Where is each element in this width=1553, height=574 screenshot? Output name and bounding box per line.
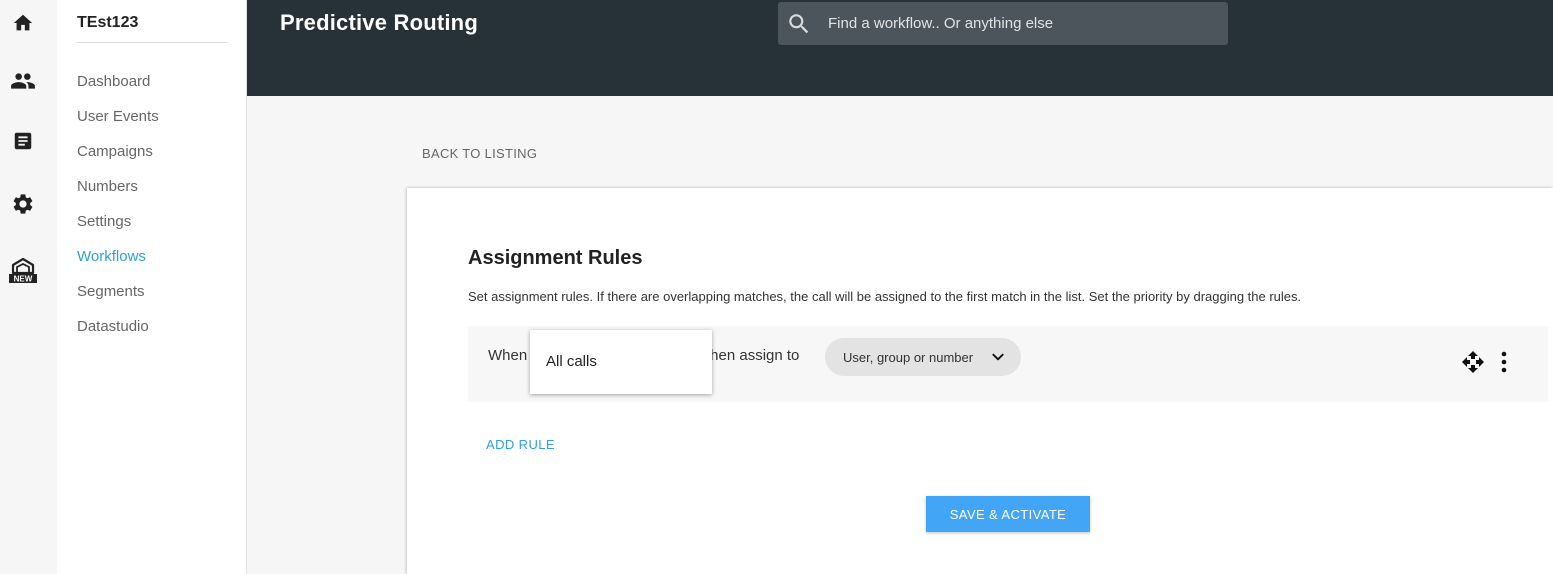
divider <box>77 42 227 43</box>
new-badge-text: NEW <box>14 275 33 284</box>
assignee-select[interactable]: User, group or number <box>825 338 1021 376</box>
search-icon <box>786 11 812 37</box>
sidebar-nav: Dashboard User Events Campaigns Numbers … <box>77 72 159 352</box>
sidebar-item-campaigns[interactable]: Campaigns <box>77 142 159 177</box>
document-icon[interactable] <box>10 128 36 154</box>
drag-move-icon[interactable] <box>1461 350 1485 374</box>
search-bar[interactable] <box>778 2 1228 45</box>
sidebar-item-settings[interactable]: Settings <box>77 212 159 247</box>
more-options-icon[interactable] <box>1496 350 1512 374</box>
sidebar-item-user-events[interactable]: User Events <box>77 107 159 142</box>
sidebar-item-workflows[interactable]: Workflows <box>77 247 159 282</box>
page-title: Predictive Routing <box>280 10 478 35</box>
when-label: When <box>488 347 528 364</box>
icon-rail: NEW <box>0 0 57 574</box>
sidebar-item-numbers[interactable]: Numbers <box>77 177 159 212</box>
sidebar: TEst123 Dashboard User Events Campaigns … <box>57 0 247 574</box>
sidebar-item-datastudio[interactable]: Datastudio <box>77 317 159 352</box>
sidebar-item-dashboard[interactable]: Dashboard <box>77 72 159 107</box>
sidebar-item-segments[interactable]: Segments <box>77 282 159 317</box>
org-name: TEst123 <box>77 14 139 31</box>
chevron-down-icon <box>992 353 1004 361</box>
search-input[interactable] <box>828 15 1208 32</box>
users-icon[interactable] <box>10 68 36 94</box>
header: Predictive Routing <box>247 0 1553 96</box>
add-rule-button[interactable]: ADD RULE <box>486 437 555 452</box>
new-feature-icon[interactable]: NEW <box>8 256 38 286</box>
save-activate-button[interactable]: SAVE & ACTIVATE <box>926 496 1090 532</box>
condition-dropdown: All calls <box>530 330 712 394</box>
dropdown-option-all-calls[interactable]: All calls <box>546 353 597 370</box>
gear-icon[interactable] <box>10 191 36 217</box>
card-title: Assignment Rules <box>468 247 643 269</box>
assignee-placeholder: User, group or number <box>843 349 974 365</box>
then-assign-label: then assign to <box>706 347 800 364</box>
card-description: Set assignment rules. If there are overl… <box>468 289 1302 304</box>
home-icon[interactable] <box>10 10 36 36</box>
back-to-listing-link[interactable]: BACK TO LISTING <box>422 146 537 161</box>
